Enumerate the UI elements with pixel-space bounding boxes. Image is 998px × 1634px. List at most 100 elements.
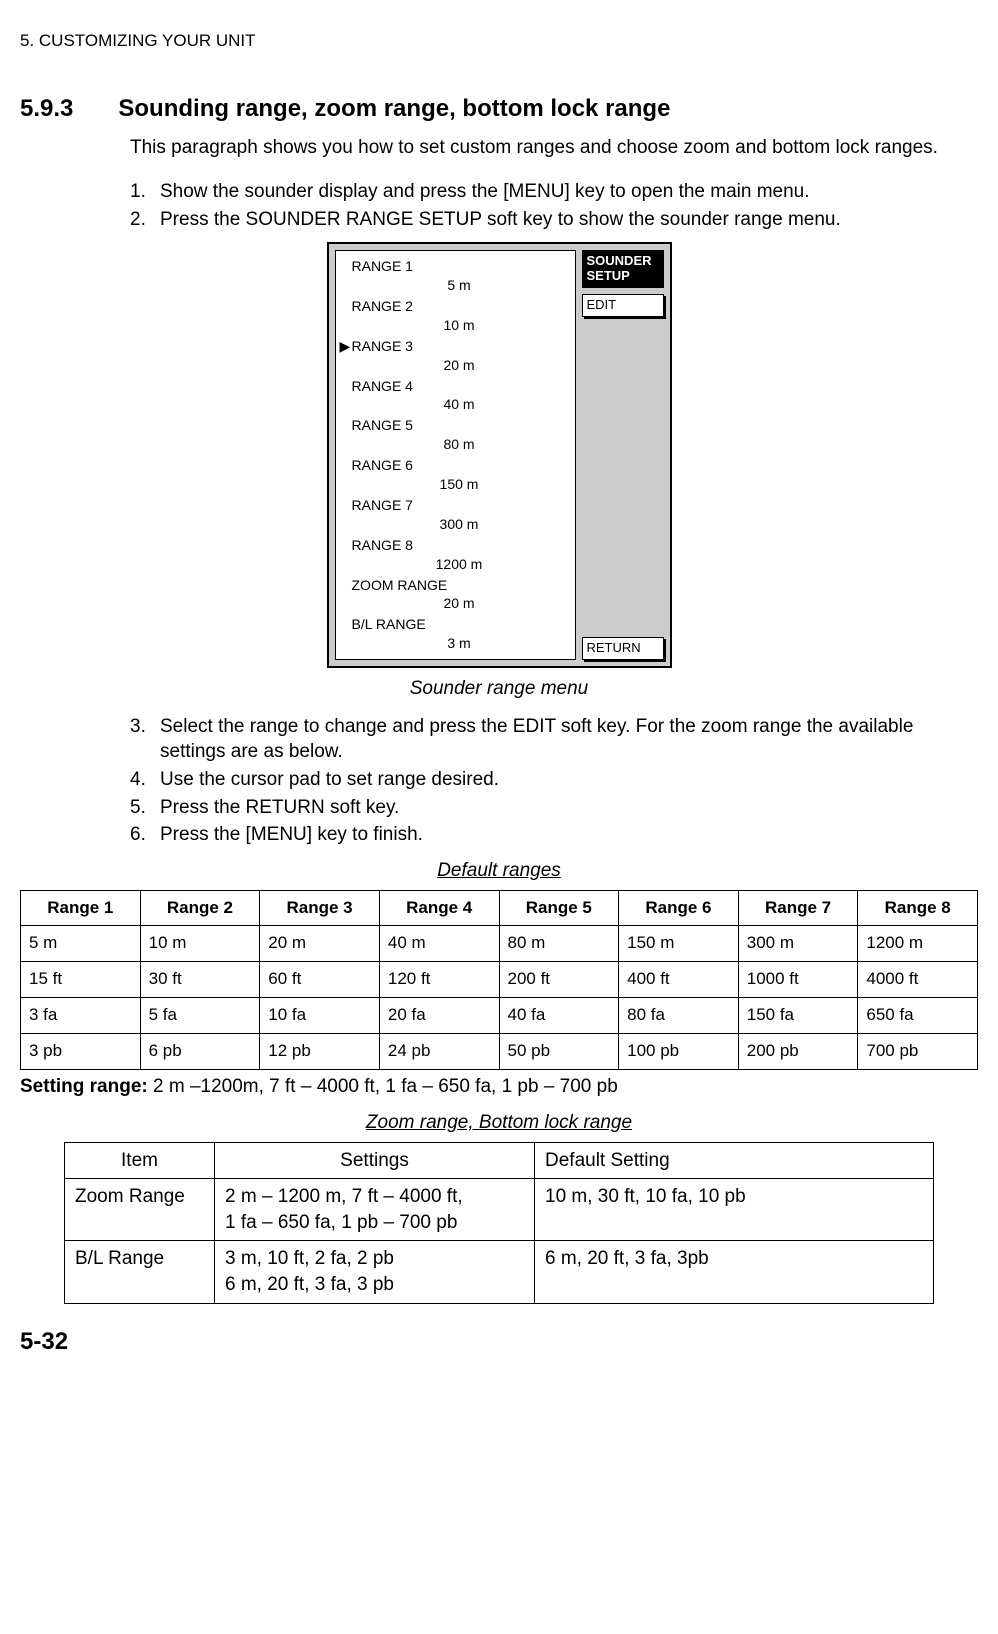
table-cell: 50 pb [499,1034,619,1070]
zoom-table: Item Settings Default Setting Zoom Range… [64,1142,934,1304]
figure-caption: Sounder range menu [20,676,978,702]
menu-item-value: 5 m [352,276,567,295]
menu-item[interactable]: RANGE 8 [340,536,567,555]
return-softkey[interactable]: RETURN [582,637,664,660]
table-cell: 1000 ft [738,962,858,998]
step-item: 1. Show the sounder display and press the… [130,179,968,205]
menu-item-label: RANGE 8 [352,536,567,555]
step-number: 1. [130,179,150,205]
table-cell: 20 m [260,926,380,962]
table-cell: 6 m, 20 ft, 3 fa, 3pb [535,1241,934,1303]
step-text: Show the sounder display and press the [… [160,179,968,205]
menu-item-label: RANGE 1 [352,257,567,276]
step-item: 6. Press the [MENU] key to finish. [130,822,968,848]
table-cell: 5 m [21,926,141,962]
table-cell: 100 pb [619,1034,739,1070]
menu-item[interactable]: RANGE 1 [340,257,567,276]
table-header-cell: Range 1 [21,890,141,926]
table-cell: 3 m, 10 ft, 2 fa, 2 pb6 m, 20 ft, 3 fa, … [215,1241,535,1303]
step-text: Select the range to change and press the… [160,714,968,765]
table-cell: 10 m [140,926,260,962]
menu-item[interactable]: RANGE 7 [340,496,567,515]
zoom-header-default: Default Setting [535,1142,934,1179]
table-cell: 4000 ft [858,962,978,998]
menu-item-value: 80 m [352,435,567,454]
running-header: 5. CUSTOMIZING YOUR UNIT [20,30,978,53]
table-row: 3 pb6 pb12 pb24 pb50 pb100 pb200 pb700 p… [21,1034,978,1070]
table-cell: 60 ft [260,962,380,998]
table-row: B/L Range3 m, 10 ft, 2 fa, 2 pb6 m, 20 f… [65,1241,934,1303]
table-cell: 200 pb [738,1034,858,1070]
steps-list-a: 1. Show the sounder display and press the… [130,179,968,232]
step-item: 3.Select the range to change and press t… [130,714,968,765]
table-cell: 20 fa [379,998,499,1034]
step-number: 2. [130,207,150,233]
menu-item[interactable]: RANGE 2 [340,297,567,316]
table-cell: 5 fa [140,998,260,1034]
default-ranges-caption: Default ranges [20,858,978,884]
menu-item[interactable]: RANGE 4 [340,377,567,396]
table-cell: 650 fa [858,998,978,1034]
menu-marker-icon [340,456,352,475]
menu-marker-icon: ▶ [340,337,352,356]
sounder-menu-figure: RANGE 15 mRANGE 210 m▶RANGE 320 mRANGE 4… [20,242,978,668]
zoom-header-item: Item [65,1142,215,1179]
menu-marker-icon [340,257,352,276]
edit-softkey[interactable]: EDIT [582,294,664,317]
menu-item[interactable]: ▶RANGE 3 [340,337,567,356]
table-header-cell: Range 4 [379,890,499,926]
section-title: Sounding range, zoom range, bottom lock … [118,93,670,125]
step-number: 4. [130,767,150,793]
table-cell: 1200 m [858,926,978,962]
step-text: Press the RETURN soft key. [160,795,968,821]
menu-item[interactable]: ZOOM RANGE [340,576,567,595]
menu-item[interactable]: B/L RANGE [340,615,567,634]
table-cell: 12 pb [260,1034,380,1070]
table-cell: 6 pb [140,1034,260,1070]
table-row: 5 m10 m20 m40 m80 m150 m300 m1200 m [21,926,978,962]
step-text: Press the [MENU] key to finish. [160,822,968,848]
section-number: 5.9.3 [20,93,73,125]
menu-list-panel: RANGE 15 mRANGE 210 m▶RANGE 320 mRANGE 4… [335,250,576,660]
menu-item[interactable]: RANGE 6 [340,456,567,475]
menu-item-value: 3 m [352,634,567,653]
step-text: Press the SOUNDER RANGE SETUP soft key t… [160,207,968,233]
intro-paragraph: This paragraph shows you how to set cust… [130,135,968,161]
table-cell: 30 ft [140,962,260,998]
menu-item-label: RANGE 3 [352,337,567,356]
step-text: Use the cursor pad to set range desired. [160,767,968,793]
table-cell: 3 pb [21,1034,141,1070]
table-cell: 40 fa [499,998,619,1034]
step-item: 5.Press the RETURN soft key. [130,795,968,821]
table-cell: Zoom Range [65,1179,215,1241]
menu-item-label: RANGE 7 [352,496,567,515]
table-cell: 80 fa [619,998,739,1034]
table-row: 3 fa5 fa10 fa20 fa40 fa80 fa150 fa650 fa [21,998,978,1034]
menu-item-value: 10 m [352,316,567,335]
page-number: 5-32 [20,1326,978,1358]
table-cell: 10 fa [260,998,380,1034]
softkey-header-line2: SETUP [587,268,630,283]
table-cell: 700 pb [858,1034,978,1070]
table-cell: 2 m – 1200 m, 7 ft – 4000 ft,1 fa – 650 … [215,1179,535,1241]
menu-item-label: RANGE 6 [352,456,567,475]
step-number: 6. [130,822,150,848]
menu-marker-icon [340,615,352,634]
softkey-header: SOUNDER SETUP [582,250,664,288]
menu-marker-icon [340,496,352,515]
steps-list-b: 3.Select the range to change and press t… [130,714,968,848]
default-ranges-table: Range 1Range 2Range 3Range 4Range 5Range… [20,890,978,1071]
setting-range-label: Setting range: [20,1076,148,1097]
table-cell: 15 ft [21,962,141,998]
menu-item[interactable]: RANGE 5 [340,416,567,435]
menu-item-label: RANGE 4 [352,377,567,396]
menu-item-value: 300 m [352,515,567,534]
menu-item-value: 1200 m [352,555,567,574]
zoom-header-settings: Settings [215,1142,535,1179]
table-header-cell: Range 6 [619,890,739,926]
table-cell: 150 fa [738,998,858,1034]
menu-item-value: 20 m [352,594,567,613]
menu-item-value: 150 m [352,475,567,494]
section-heading: 5.9.3 Sounding range, zoom range, bottom… [20,93,978,125]
step-item: 4. Use the cursor pad to set range desire… [130,767,968,793]
